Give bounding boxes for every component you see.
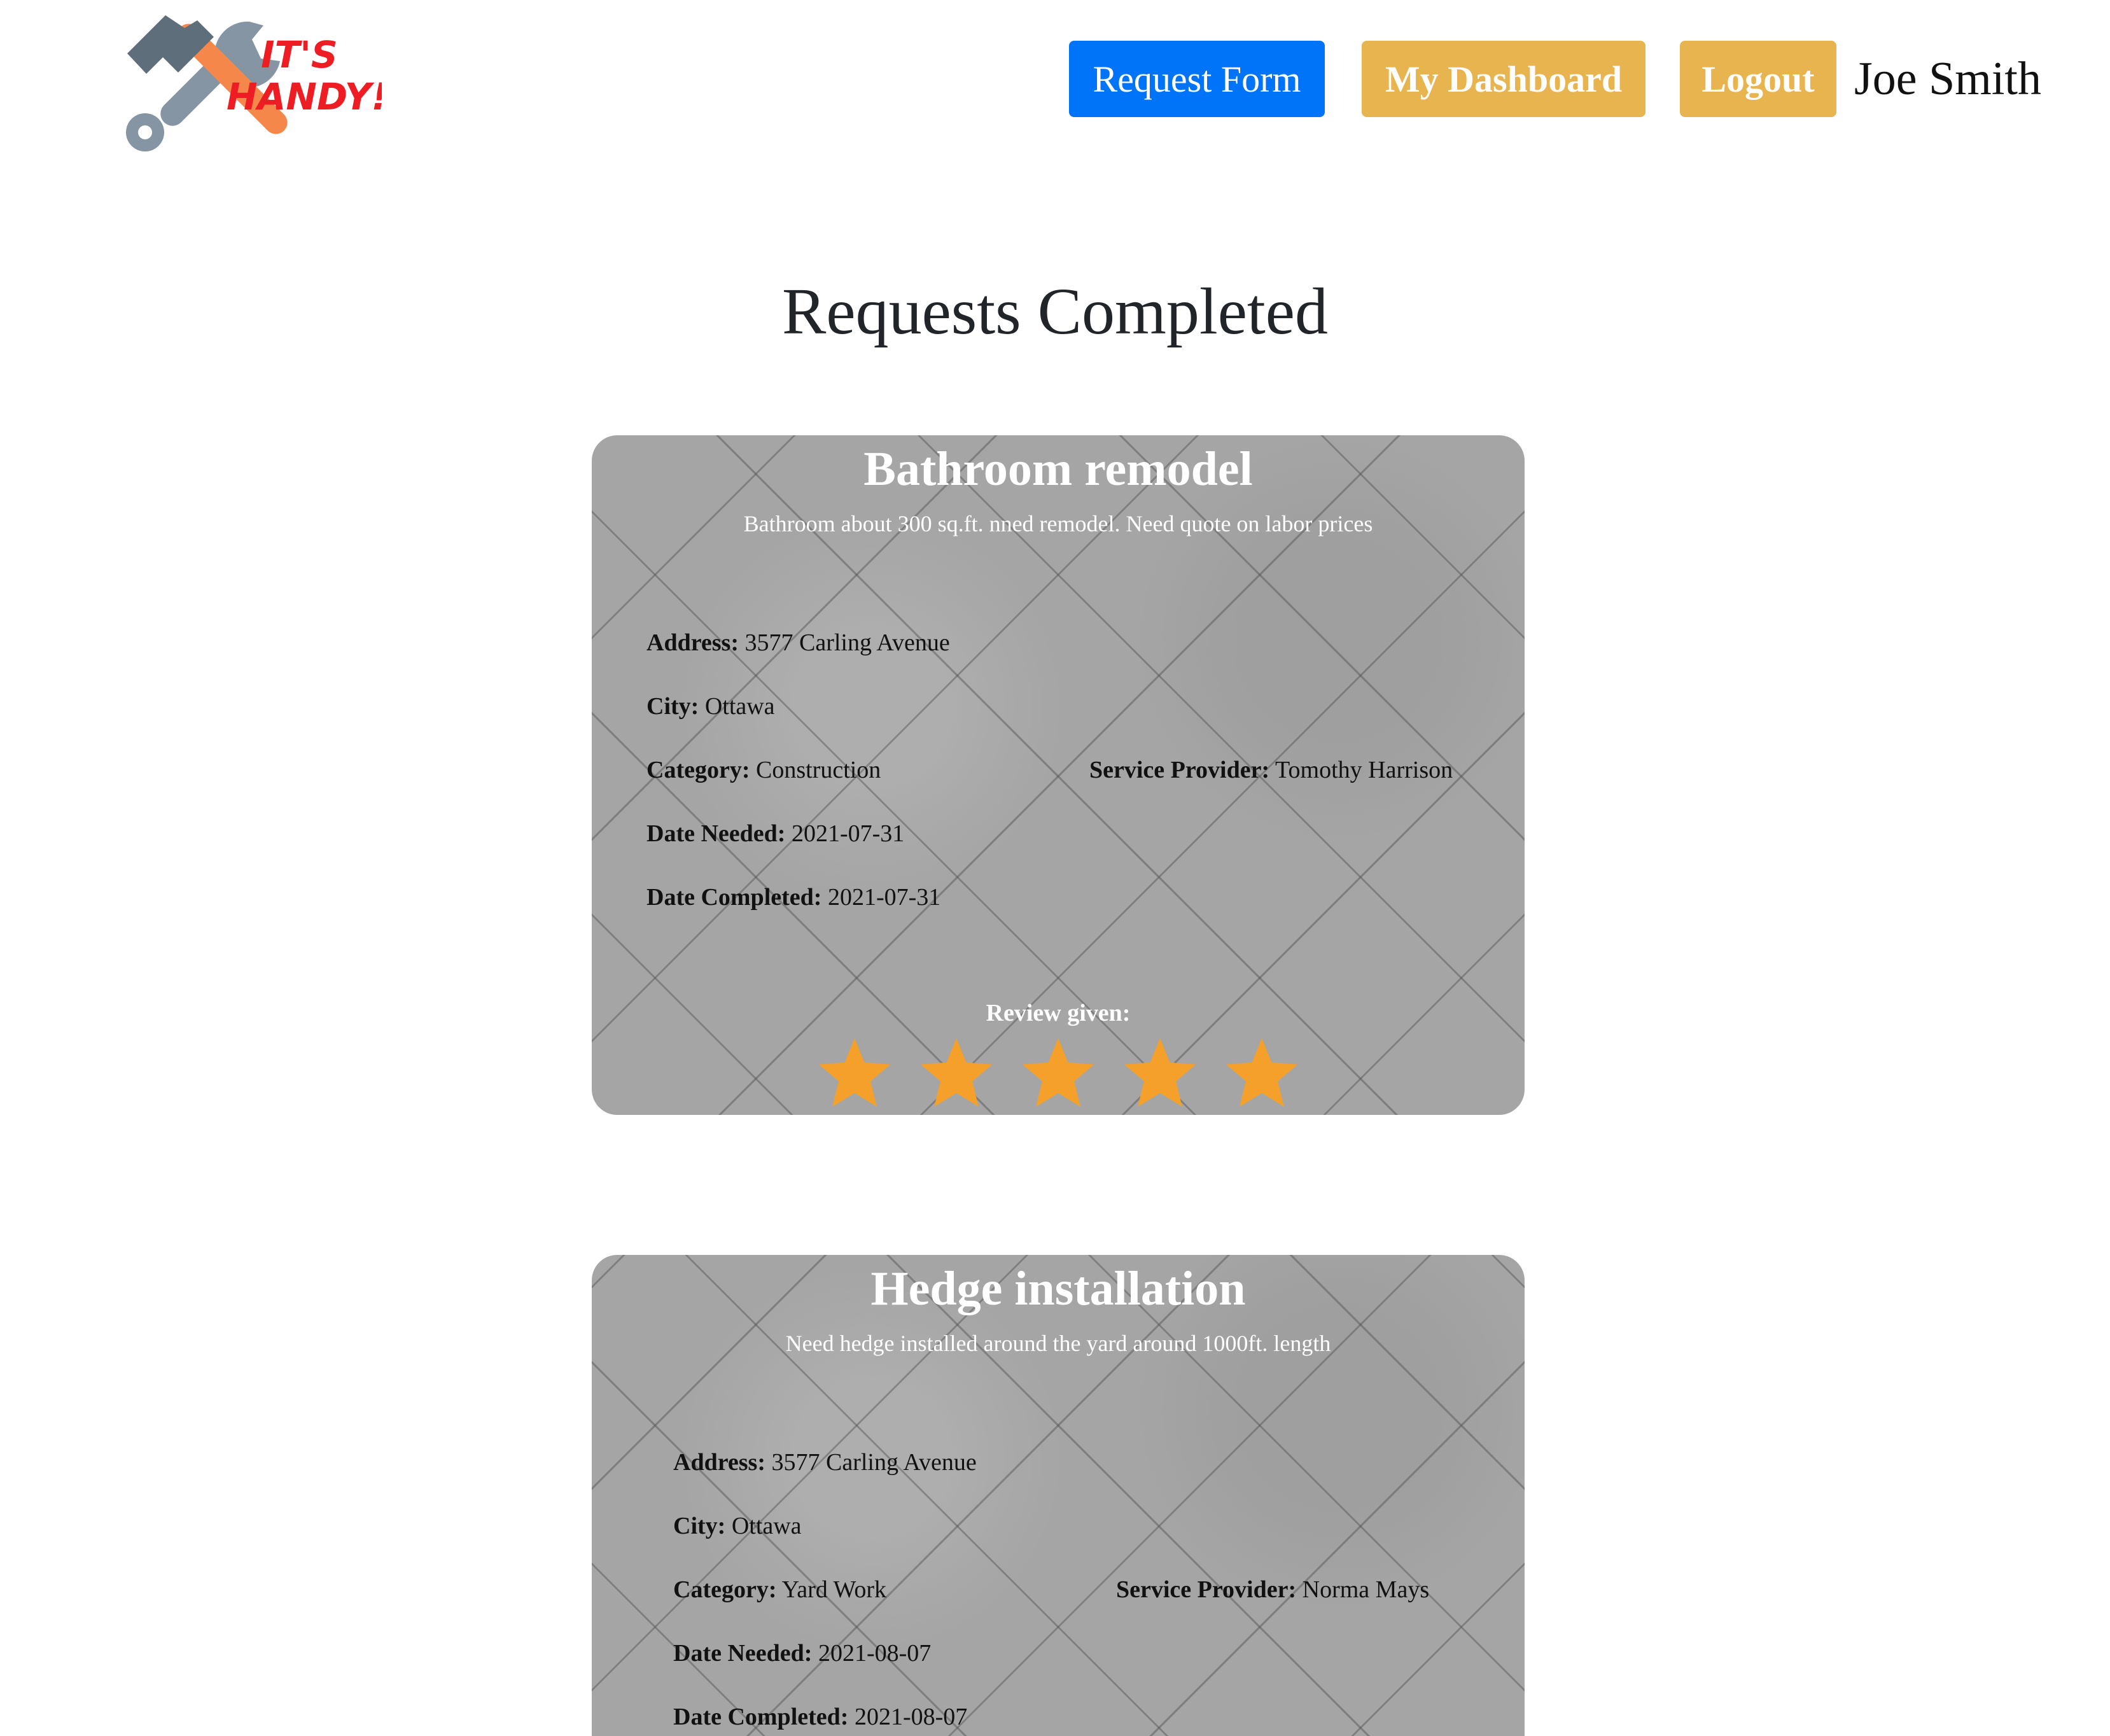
date-completed-field: Date Completed: 2021-07-31 [646, 883, 940, 911]
address-label: Address: [646, 629, 739, 656]
logo-text-line1: IT'S [261, 33, 338, 76]
date-completed-field: Date Completed: 2021-08-07 [673, 1703, 967, 1731]
address-field: Address: 3577 Carling Avenue [673, 1448, 977, 1476]
date-needed-label: Date Needed: [646, 820, 786, 847]
category-label: Category: [646, 757, 750, 783]
address-field: Address: 3577 Carling Avenue [646, 629, 950, 657]
category-field: Category: Yard Work [673, 1576, 886, 1604]
star-icon [1226, 1038, 1298, 1107]
logout-button[interactable]: Logout [1680, 41, 1836, 117]
star-icon [920, 1038, 993, 1107]
logo-text-line2: HANDY! [227, 75, 382, 118]
city-field: City: Ottawa [673, 1512, 802, 1540]
star-rating [592, 1036, 1525, 1112]
date-needed-field: Date Needed: 2021-07-31 [646, 820, 904, 848]
star-icon [1022, 1038, 1094, 1107]
request-card: Hedge installation Need hedge installed … [592, 1255, 1525, 1736]
service-provider-value: Norma Mays [1302, 1576, 1430, 1603]
page: IT'S HANDY! Request Form My Dashboard Lo… [0, 0, 2110, 1736]
city-value: Ottawa [731, 1513, 802, 1539]
hammer-wrench-logo-icon: IT'S HANDY! [126, 15, 382, 151]
page-title: Requests Completed [782, 275, 1328, 348]
service-provider-value: Tomothy Harrison [1275, 757, 1453, 783]
category-field: Category: Construction [646, 756, 881, 784]
service-provider-label: Service Provider: [1116, 1576, 1297, 1603]
city-value: Ottawa [704, 693, 775, 720]
date-completed-label: Date Completed: [646, 884, 822, 911]
request-description: Bathroom about 300 sq.ft. nned remodel. … [743, 511, 1373, 536]
star-icon [818, 1038, 891, 1107]
date-completed-value: 2021-07-31 [827, 884, 941, 911]
star-icon [1124, 1038, 1196, 1107]
address-value: 3577 Carling Avenue [744, 629, 950, 656]
category-value: Yard Work [781, 1576, 887, 1603]
request-form-button[interactable]: Request Form [1069, 41, 1325, 117]
request-title: Bathroom remodel [863, 442, 1253, 496]
request-card: Bathroom remodel Bathroom about 300 sq.f… [592, 435, 1525, 1115]
review-label: Review given: [986, 1000, 1131, 1026]
user-name: Joe Smith [1854, 52, 2041, 105]
date-needed-value: 2021-07-31 [791, 820, 905, 847]
date-needed-field: Date Needed: 2021-08-07 [673, 1639, 931, 1667]
category-label: Category: [673, 1576, 777, 1603]
date-completed-label: Date Completed: [673, 1704, 849, 1730]
city-field: City: Ottawa [646, 692, 775, 720]
site-logo[interactable]: IT'S HANDY! [102, 9, 382, 155]
service-provider-label: Service Provider: [1089, 757, 1270, 783]
category-value: Construction [755, 757, 881, 783]
service-provider-field: Service Provider: Tomothy Harrison [1089, 756, 1453, 784]
address-label: Address: [673, 1449, 765, 1476]
city-label: City: [673, 1513, 726, 1539]
city-label: City: [646, 693, 699, 720]
my-dashboard-button[interactable]: My Dashboard [1362, 41, 1645, 117]
date-needed-value: 2021-08-07 [818, 1640, 932, 1667]
request-title: Hedge installation [870, 1262, 1246, 1315]
date-needed-label: Date Needed: [673, 1640, 813, 1667]
request-description: Need hedge installed around the yard aro… [785, 1331, 1331, 1356]
service-provider-field: Service Provider: Norma Mays [1116, 1576, 1429, 1604]
address-value: 3577 Carling Avenue [771, 1449, 977, 1476]
date-completed-value: 2021-08-07 [854, 1704, 968, 1730]
